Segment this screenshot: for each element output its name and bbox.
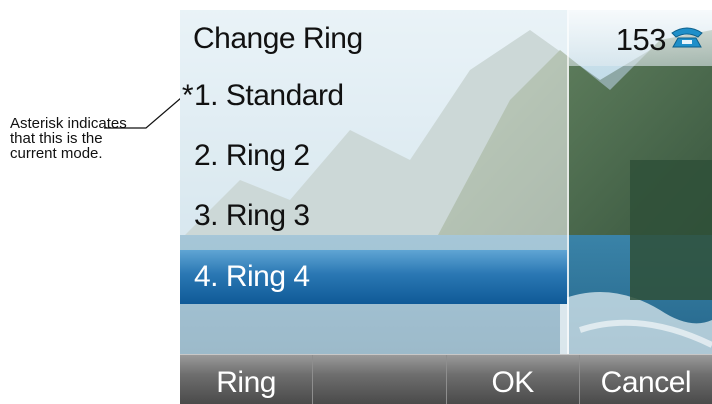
ring-option-label: 4. Ring 4	[194, 260, 310, 293]
ring-option-label: 1. Standard	[194, 79, 344, 112]
desk-phone-icon	[671, 27, 703, 48]
softkey-ring[interactable]: Ring	[180, 355, 314, 404]
ring-option-list: * 1. Standard 2. Ring 2 3. Ring 3 4. Rin…	[180, 66, 567, 304]
menu-title: Change Ring	[193, 22, 363, 55]
ring-option-standard[interactable]: * 1. Standard	[180, 66, 567, 126]
softkey-cancel[interactable]: Cancel	[580, 355, 712, 404]
current-mode-asterisk: *	[181, 79, 194, 112]
ring-option-label: 3. Ring 3	[194, 199, 310, 232]
phone-screen: Change Ring * 1. Standard 2. Ring 2 3. R…	[180, 10, 712, 404]
ring-option-ring-4[interactable]: 4. Ring 4	[180, 250, 567, 304]
ring-option-ring-3[interactable]: 3. Ring 3	[180, 186, 567, 246]
softkey-ok[interactable]: OK	[447, 355, 580, 404]
line-status-box: 153	[569, 10, 712, 66]
ring-option-ring-2[interactable]: 2. Ring 2	[180, 126, 567, 186]
softkey-empty[interactable]	[313, 355, 447, 404]
ring-option-label: 2. Ring 2	[194, 139, 310, 172]
softkey-bar: Ring OK Cancel	[180, 354, 712, 404]
extension-number: 153	[615, 22, 667, 57]
